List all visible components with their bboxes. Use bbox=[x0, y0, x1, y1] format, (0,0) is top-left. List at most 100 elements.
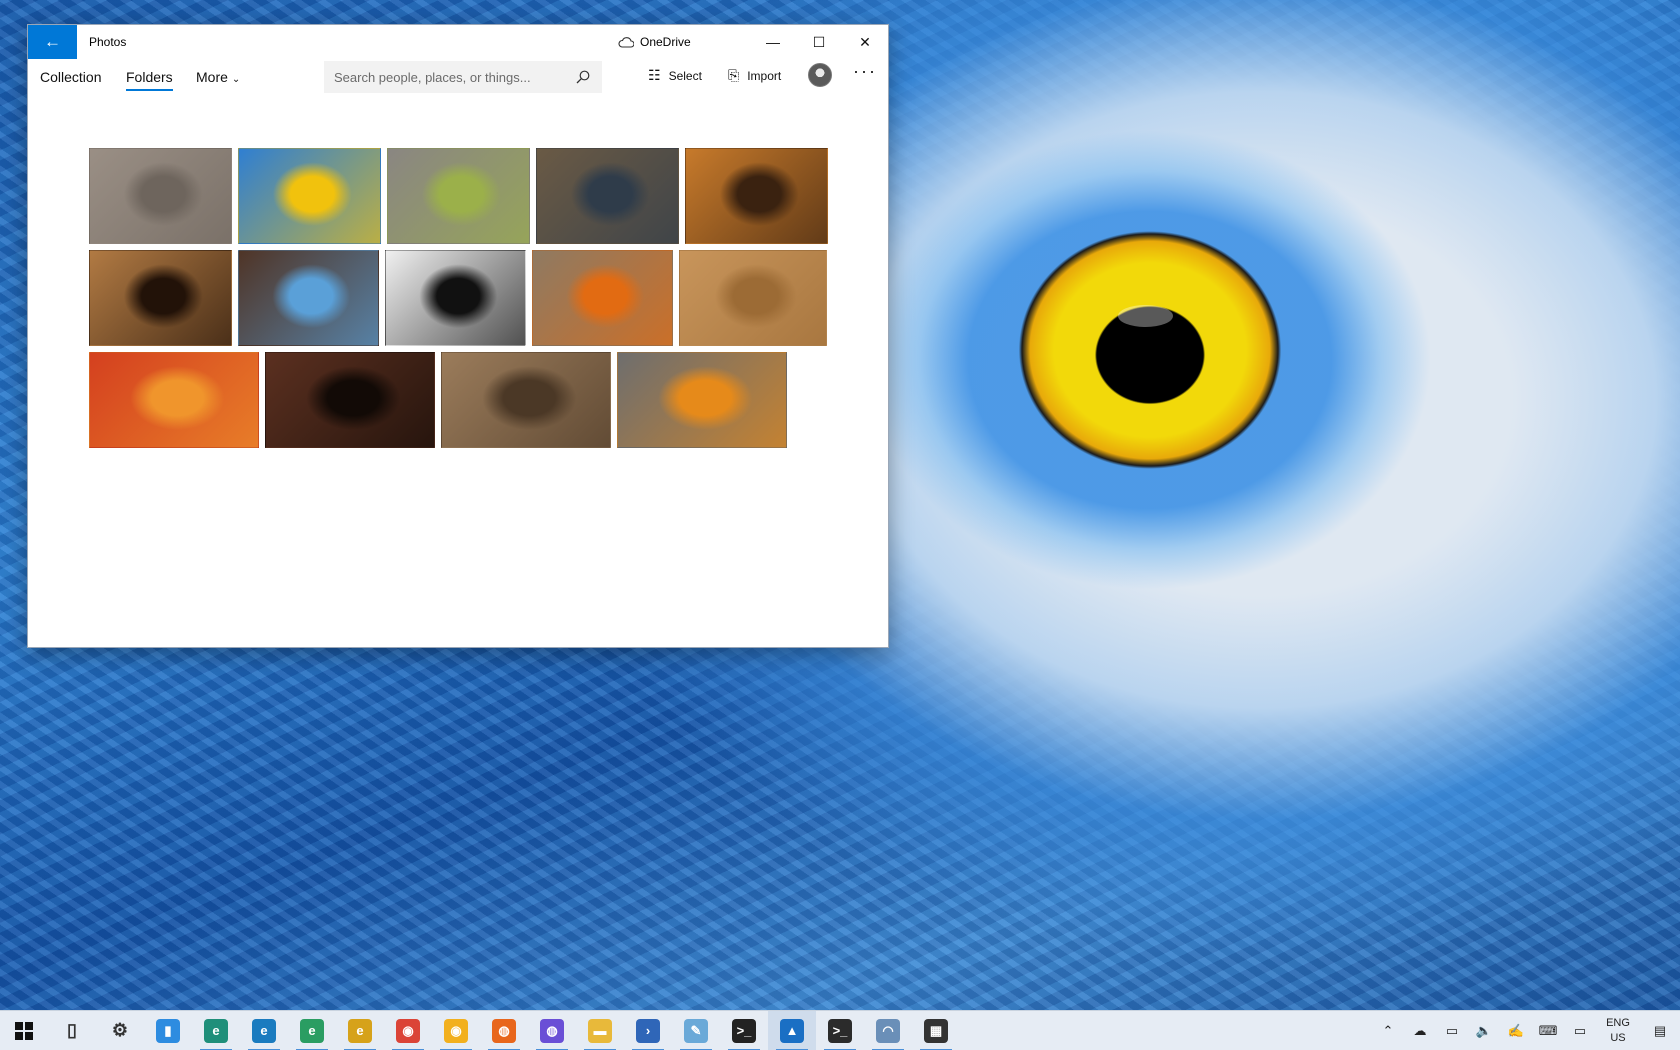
nav-bar: Collection Folders More ⌄ Search people, … bbox=[28, 59, 888, 103]
photo-thumbnail[interactable] bbox=[685, 148, 828, 244]
file-explorer-icon: ▬ bbox=[588, 1018, 612, 1043]
taskbar-chrome-button[interactable]: ◉ bbox=[384, 1011, 432, 1050]
photo-thumbnail[interactable] bbox=[238, 250, 379, 346]
title-bar[interactable]: ← Photos OneDrive — ☐ ✕ bbox=[28, 25, 888, 59]
minimize-button[interactable]: — bbox=[750, 25, 796, 59]
network-drive-icon: ◠ bbox=[876, 1018, 900, 1043]
photo-thumbnail[interactable] bbox=[536, 148, 679, 244]
taskbar-windows-terminal-button[interactable]: >_ bbox=[816, 1011, 864, 1050]
app-title: Photos bbox=[89, 35, 127, 49]
taskbar-powershell-button[interactable]: › bbox=[624, 1011, 672, 1050]
taskbar-edge-beta-button[interactable]: e bbox=[240, 1011, 288, 1050]
taskbar-edge-canary-button[interactable]: e bbox=[336, 1011, 384, 1050]
taskbar-network-drive-button[interactable]: ◠ bbox=[864, 1011, 912, 1050]
taskbar-settings-button[interactable]: ⚙ bbox=[96, 1011, 144, 1050]
search-box[interactable]: Search people, places, or things... bbox=[324, 61, 602, 93]
taskbar-task-view-button[interactable]: ▯ bbox=[48, 1011, 96, 1050]
edge-canary-icon: e bbox=[348, 1018, 372, 1043]
chevron-down-icon: ⌄ bbox=[231, 74, 241, 85]
touch-keyboard-button[interactable]: ⌨ bbox=[1532, 1011, 1564, 1050]
speaker-icon: 🔈 bbox=[1475, 1023, 1493, 1038]
import-button[interactable]: ⎘ Import bbox=[728, 67, 781, 84]
taskbar-photos-button[interactable]: ▲ bbox=[768, 1010, 816, 1050]
photo-thumbnail[interactable] bbox=[89, 352, 259, 448]
window-controls: — ☐ ✕ bbox=[750, 25, 888, 59]
network-button[interactable]: ▭ bbox=[1436, 1011, 1468, 1050]
maximize-icon: ☐ bbox=[812, 33, 826, 50]
cloud-icon: ☁ bbox=[1413, 1023, 1427, 1038]
account-avatar[interactable] bbox=[808, 63, 832, 87]
pen-icon: ✍ bbox=[1507, 1023, 1525, 1038]
input-language-button[interactable]: ENG US bbox=[1596, 1011, 1640, 1050]
photo-thumbnail[interactable] bbox=[387, 148, 530, 244]
volume-button[interactable]: 🔈 bbox=[1468, 1011, 1500, 1050]
taskbar-apps: ▯ ⚙ ▮ e e e e ◉ ◉ ◍ ◍ ▬ › ✎ >_ ▲ >_ ◠ ▦ bbox=[0, 1010, 960, 1050]
back-arrow-icon: ← bbox=[44, 32, 61, 51]
select-button[interactable]: ☷ Select bbox=[648, 67, 702, 84]
tab-more[interactable]: More ⌄ bbox=[196, 69, 240, 85]
import-label: Import bbox=[747, 68, 782, 83]
taskbar-store-button[interactable]: ▦ bbox=[912, 1011, 960, 1050]
store-icon: ▦ bbox=[924, 1018, 948, 1043]
taskbar-edge-dev-button[interactable]: e bbox=[288, 1011, 336, 1050]
phone-icon: ▮ bbox=[156, 1018, 180, 1043]
taskbar: ▯ ⚙ ▮ e e e e ◉ ◉ ◍ ◍ ▬ › ✎ >_ ▲ >_ ◠ ▦ ⌃ ☁ ▭ 🔈 ✍ ⌨ ▭ ENG … bbox=[0, 1010, 1680, 1050]
tab-folders[interactable]: Folders bbox=[126, 69, 173, 91]
more-options-icon[interactable]: ··· bbox=[853, 61, 877, 82]
photo-thumbnail[interactable] bbox=[385, 250, 526, 346]
language-code: ENG bbox=[1606, 1017, 1630, 1029]
wallpaper-eye-highlight bbox=[1118, 305, 1173, 327]
gallery-row-3 bbox=[89, 352, 849, 448]
maximize-button[interactable]: ☐ bbox=[796, 25, 842, 59]
photo-thumbnail[interactable] bbox=[532, 250, 673, 346]
photo-thumbnail[interactable] bbox=[617, 352, 787, 448]
taskbar-firefox-button[interactable]: ◍ bbox=[480, 1011, 528, 1050]
tab-collection[interactable]: Collection bbox=[40, 69, 101, 85]
photos-window: ← Photos OneDrive — ☐ ✕ Collection Folde… bbox=[27, 24, 889, 648]
edge-dev-icon: e bbox=[300, 1018, 324, 1043]
taskbar-notepad-button[interactable]: ✎ bbox=[672, 1011, 720, 1050]
tab-more-label: More bbox=[196, 69, 228, 85]
close-button[interactable]: ✕ bbox=[842, 25, 888, 59]
photo-thumbnail[interactable] bbox=[238, 148, 381, 244]
tablet-mode-button[interactable]: ▭ bbox=[1564, 1011, 1596, 1050]
gallery-row-1 bbox=[89, 148, 849, 244]
network-icon: ▭ bbox=[1445, 1023, 1459, 1038]
taskbar-terminal-button[interactable]: >_ bbox=[720, 1011, 768, 1050]
close-icon: ✕ bbox=[859, 33, 871, 50]
select-label: Select bbox=[668, 68, 702, 83]
taskbar-firefox-nightly-button[interactable]: ◍ bbox=[528, 1011, 576, 1050]
search-input[interactable]: Search people, places, or things... bbox=[334, 70, 574, 85]
chrome-canary-icon: ◉ bbox=[444, 1018, 468, 1043]
action-center-button[interactable]: ▤ bbox=[1640, 1011, 1680, 1050]
onedrive-status[interactable]: OneDrive bbox=[618, 25, 691, 59]
cloud-icon bbox=[618, 36, 634, 48]
back-button[interactable]: ← bbox=[28, 25, 77, 59]
photo-thumbnail[interactable] bbox=[265, 352, 435, 448]
taskbar-phone-button[interactable]: ▮ bbox=[144, 1011, 192, 1050]
taskbar-start-button[interactable] bbox=[0, 1011, 48, 1050]
photo-thumbnail[interactable] bbox=[89, 250, 232, 346]
search-icon[interactable] bbox=[574, 68, 592, 86]
tray-onedrive-button[interactable]: ☁ bbox=[1404, 1011, 1436, 1050]
chevron-up-icon: ⌃ bbox=[1382, 1023, 1394, 1038]
edge-icon: e bbox=[204, 1018, 228, 1043]
edge-beta-icon: e bbox=[252, 1018, 276, 1043]
taskbar-file-explorer-button[interactable]: ▬ bbox=[576, 1011, 624, 1050]
photo-thumbnail[interactable] bbox=[89, 148, 232, 244]
notification-icon: ▤ bbox=[1653, 1023, 1667, 1038]
photo-thumbnail[interactable] bbox=[679, 250, 827, 346]
tablet-icon: ▭ bbox=[1573, 1023, 1587, 1038]
show-hidden-icons-button[interactable]: ⌃ bbox=[1372, 1011, 1404, 1050]
photo-thumbnail[interactable] bbox=[441, 352, 611, 448]
firefox-icon: ◍ bbox=[492, 1018, 516, 1043]
keyboard-layout: US bbox=[1610, 1032, 1626, 1044]
firefox-nightly-icon: ◍ bbox=[540, 1018, 564, 1043]
taskbar-chrome-canary-button[interactable]: ◉ bbox=[432, 1011, 480, 1050]
taskbar-edge-button[interactable]: e bbox=[192, 1011, 240, 1050]
import-icon: ⎘ bbox=[728, 67, 740, 83]
start-icon bbox=[15, 1021, 33, 1040]
chrome-icon: ◉ bbox=[396, 1018, 420, 1043]
pen-workspace-button[interactable]: ✍ bbox=[1500, 1011, 1532, 1050]
photos-icon: ▲ bbox=[780, 1018, 804, 1043]
